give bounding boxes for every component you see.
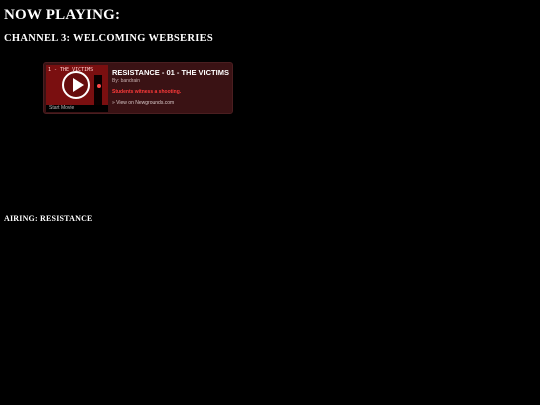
channel-title: CHANNEL 3: WELCOMING WEBSERIES xyxy=(4,33,214,44)
movie-title: RESISTANCE - 01 - THE VICTIMS xyxy=(112,68,229,77)
start-movie-label[interactable]: Start Movie xyxy=(49,105,74,112)
movie-author: By: bandrain xyxy=(112,78,141,84)
thumbnail-figure-dot xyxy=(97,84,101,88)
movie-embed: 1 - THE VICTIMS Start Movie RESISTANCE -… xyxy=(43,62,233,114)
thumbnail-figure xyxy=(94,75,102,105)
airing-label: AIRING: RESISTANCE xyxy=(4,214,93,223)
movie-description: Students witness a shooting. xyxy=(112,89,182,95)
movie-info: RESISTANCE - 01 - THE VICTIMS By: bandra… xyxy=(112,68,230,106)
start-movie-bar[interactable]: Start Movie xyxy=(46,105,108,112)
newgrounds-link[interactable]: » View on Newgrounds.com xyxy=(112,100,230,106)
play-icon[interactable] xyxy=(62,71,90,99)
movie-thumbnail[interactable]: 1 - THE VICTIMS Start Movie xyxy=(46,65,108,112)
page-title: NOW PLAYING: xyxy=(4,7,121,23)
